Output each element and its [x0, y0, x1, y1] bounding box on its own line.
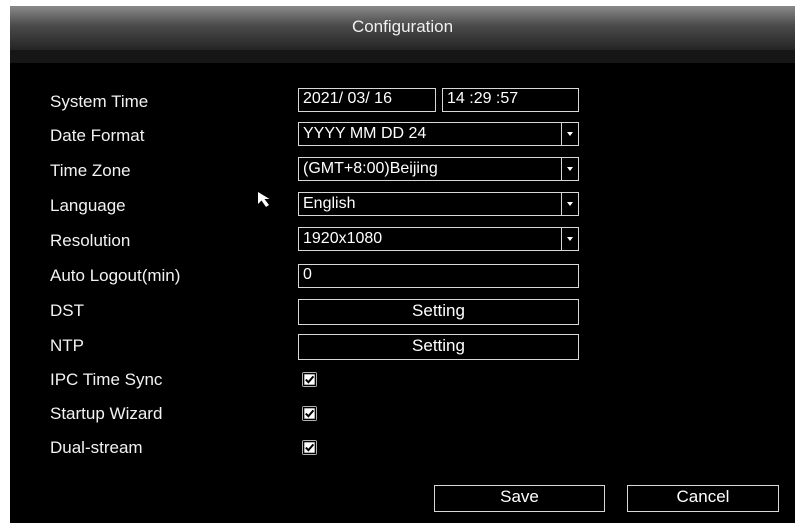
- chevron-down-icon[interactable]: [561, 158, 578, 180]
- chevron-down-icon[interactable]: [561, 123, 578, 145]
- resolution-select[interactable]: 1920x1080: [298, 227, 579, 251]
- dst-setting-button[interactable]: Setting: [298, 299, 579, 325]
- ntp-label: NTP: [50, 336, 84, 355]
- ipc-time-sync-label: IPC Time Sync: [50, 370, 163, 389]
- check-icon: [302, 372, 317, 387]
- ipc-time-sync-checkbox[interactable]: [302, 372, 317, 387]
- resolution-label: Resolution: [50, 231, 131, 250]
- system-time-label: System Time: [50, 92, 149, 111]
- time-zone-label: Time Zone: [50, 161, 131, 180]
- time-zone-select[interactable]: (GMT+8:00)Beijing: [298, 157, 579, 181]
- ntp-setting-button[interactable]: Setting: [298, 334, 579, 360]
- resolution-value: 1920x1080: [303, 230, 383, 247]
- dual-stream-label: Dual-stream: [50, 438, 143, 457]
- save-button[interactable]: Save: [434, 485, 605, 512]
- chevron-down-icon[interactable]: [561, 193, 578, 215]
- title-bar: Configuration: [10, 6, 795, 50]
- startup-wizard-checkbox[interactable]: [302, 406, 317, 421]
- date-field[interactable]: 2021/ 03/ 16: [298, 88, 436, 112]
- language-select[interactable]: English: [298, 192, 579, 216]
- dialog-title: Configuration: [351, 17, 454, 36]
- language-value: English: [303, 195, 356, 212]
- time-field[interactable]: 14 :29 :57: [442, 88, 579, 112]
- startup-wizard-label: Startup Wizard: [50, 404, 163, 423]
- check-icon: [302, 406, 317, 421]
- mouse-pointer-icon: [258, 192, 270, 207]
- date-format-value: YYYY MM DD 24: [303, 125, 427, 142]
- check-icon: [302, 440, 317, 455]
- cancel-button[interactable]: Cancel: [627, 485, 779, 512]
- date-format-select[interactable]: YYYY MM DD 24: [298, 122, 579, 146]
- language-label: Language: [50, 196, 126, 215]
- configuration-dialog: Configuration System Time Date Format Ti…: [10, 6, 795, 523]
- dual-stream-checkbox[interactable]: [302, 440, 317, 455]
- auto-logout-input[interactable]: 0: [298, 264, 579, 288]
- dst-label: DST: [50, 301, 84, 320]
- time-zone-value: (GMT+8:00)Beijing: [303, 160, 438, 177]
- date-format-label: Date Format: [50, 126, 145, 145]
- auto-logout-label: Auto Logout(min): [50, 266, 181, 285]
- chevron-down-icon[interactable]: [561, 228, 578, 250]
- title-separator: [10, 50, 795, 63]
